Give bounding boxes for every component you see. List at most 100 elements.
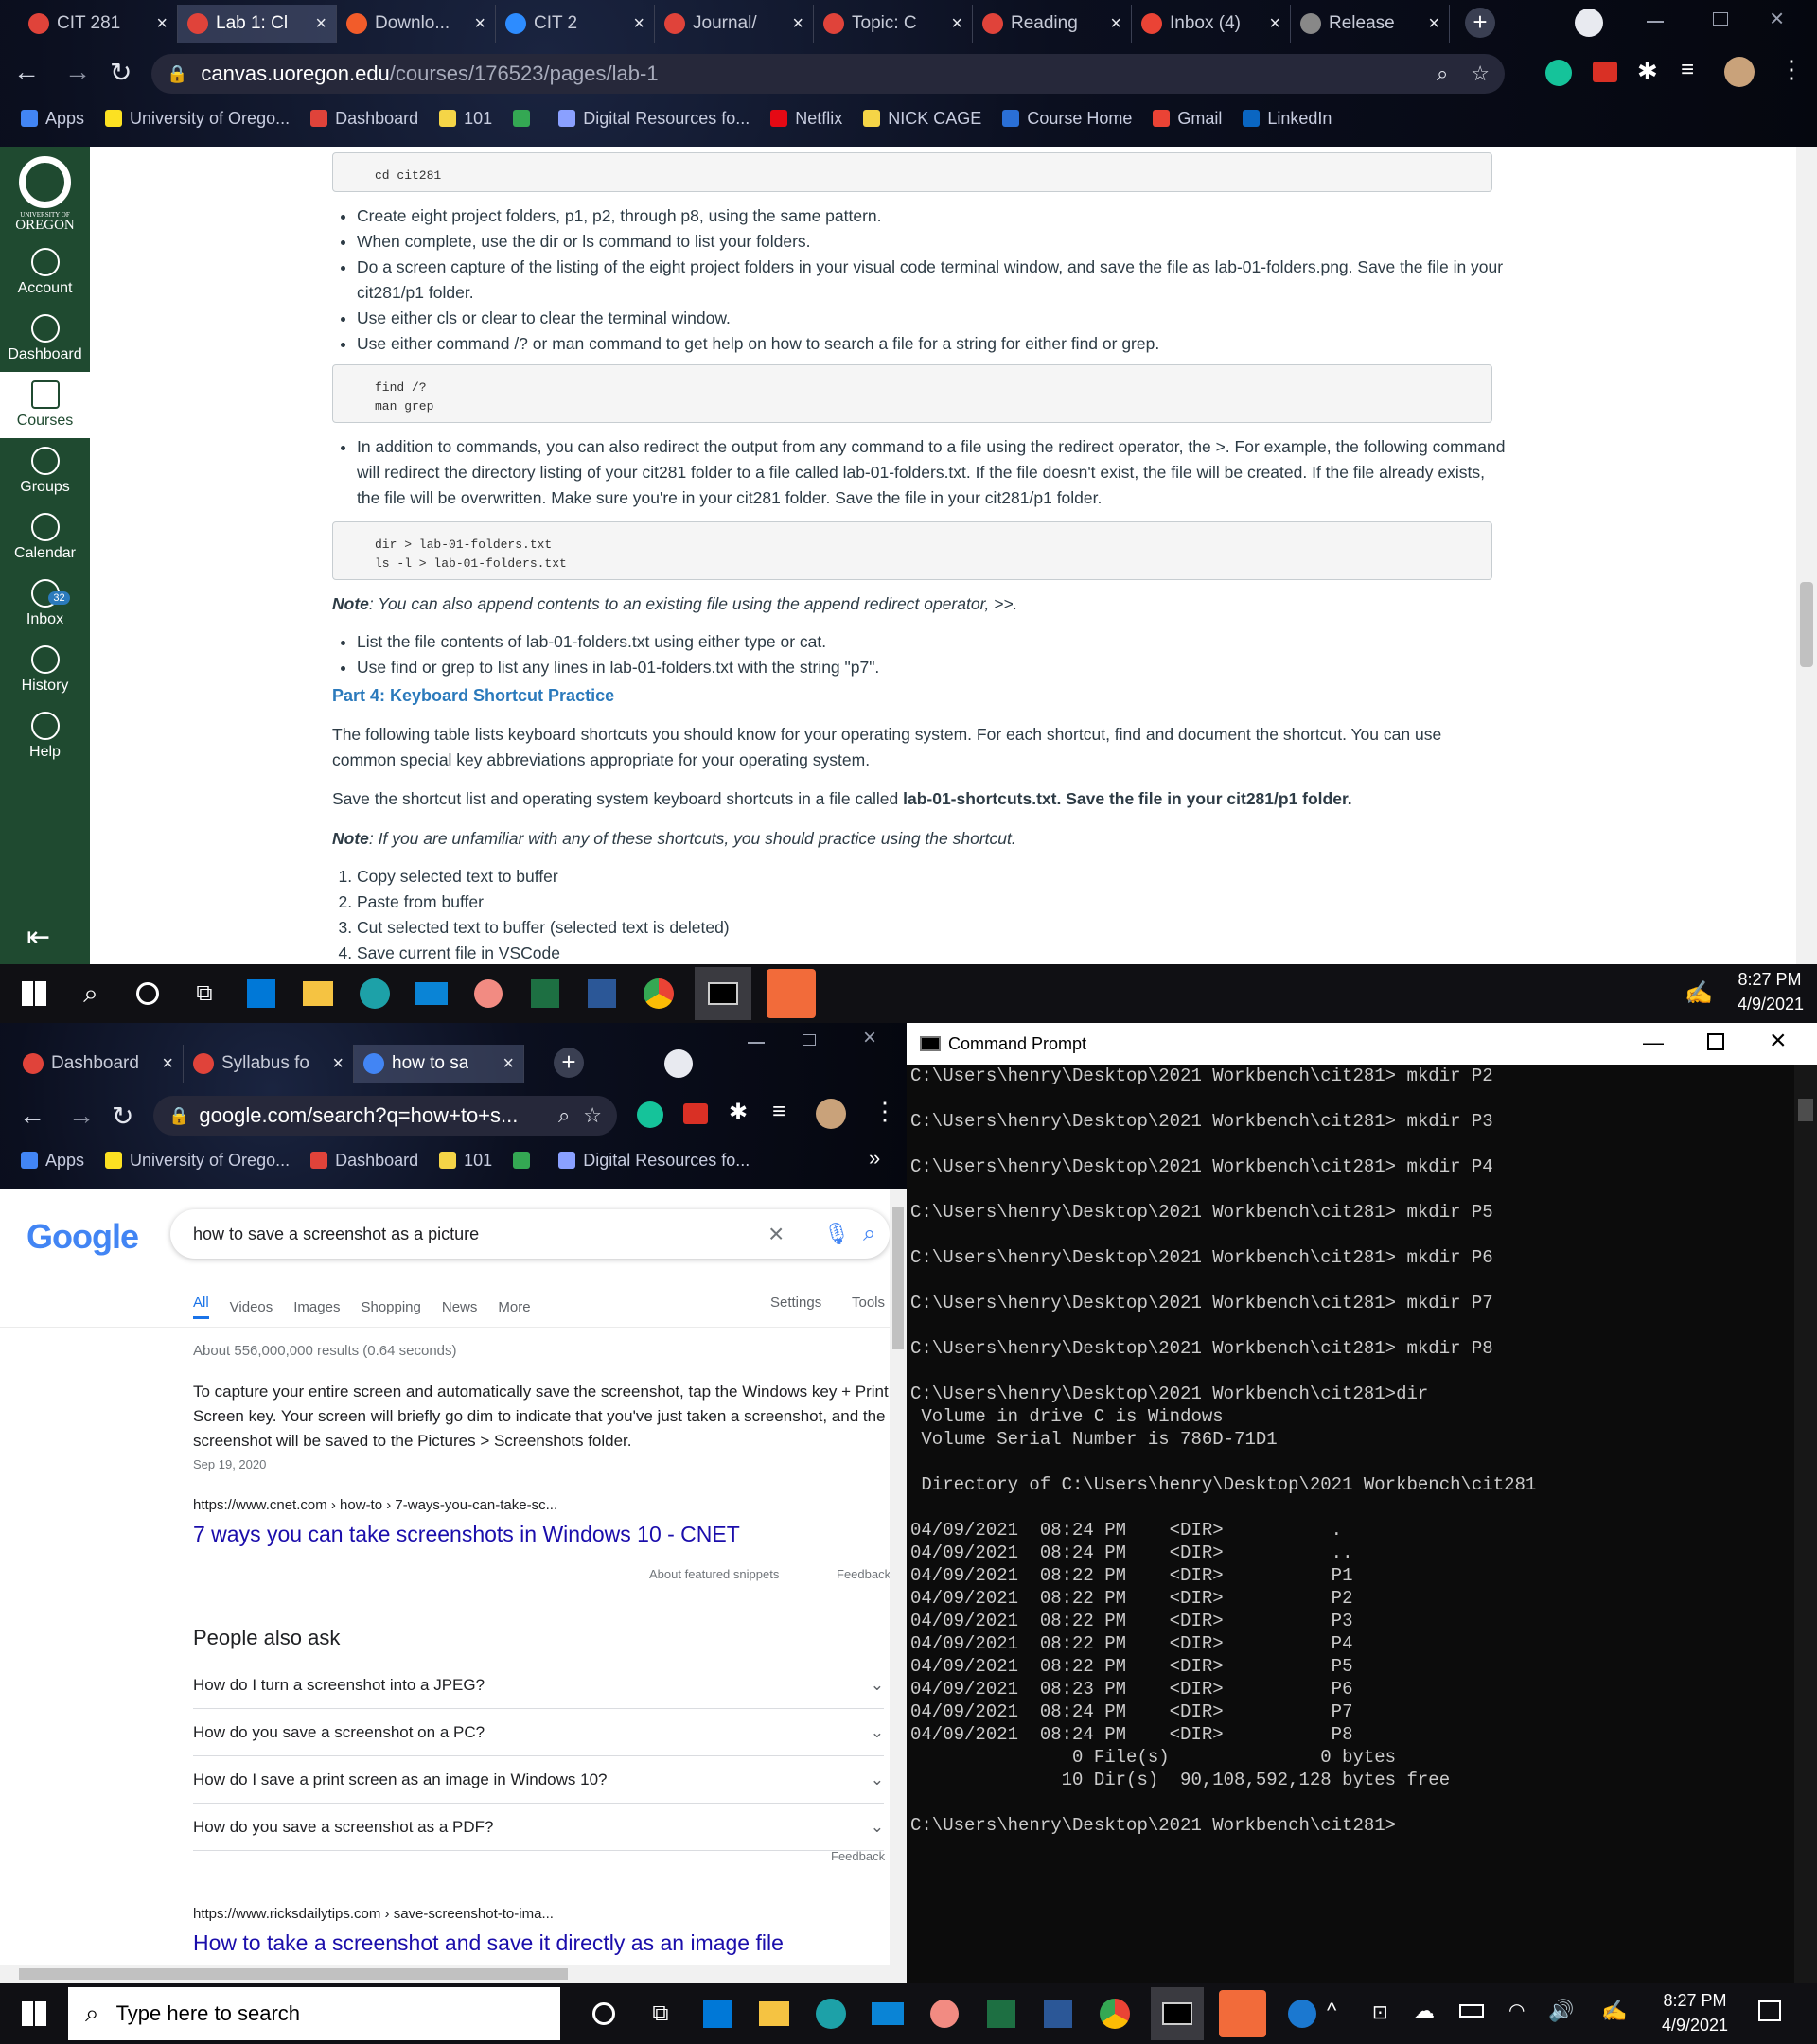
browser-tab[interactable]: Release ×	[1291, 5, 1450, 43]
notifications-icon[interactable]	[1758, 2000, 1781, 2021]
windows-start-icon[interactable]	[13, 973, 55, 1014]
mail-icon[interactable]	[411, 973, 452, 1014]
taskbar-search-placeholder[interactable]: Type here to search	[116, 2001, 300, 2026]
profile-avatar[interactable]	[816, 1099, 846, 1129]
paint-icon[interactable]	[924, 1993, 965, 2035]
uo-logo[interactable]	[19, 156, 71, 208]
address-bar[interactable]: 🔒 canvas.uoregon.edu /courses/176523/pag…	[151, 54, 1505, 94]
clock-date[interactable]: 4/9/2021	[1652, 2016, 1738, 2035]
tab-close-icon[interactable]: ×	[633, 13, 644, 35]
bookmark-item[interactable]: LinkedIn	[1243, 109, 1332, 129]
google-tab-videos[interactable]: Videos	[230, 1299, 273, 1315]
google-settings[interactable]: Settings	[770, 1295, 821, 1311]
tab-close-icon[interactable]: ×	[792, 13, 803, 35]
brave-like-icon[interactable]	[1219, 1990, 1266, 2037]
collapse-nav-icon[interactable]: ⇤	[26, 921, 50, 954]
forward-icon[interactable]: →	[68, 1101, 95, 1131]
close-window-icon[interactable]: ×	[1770, 4, 1784, 33]
tab-close-icon[interactable]: ×	[474, 13, 485, 35]
google-hscroll-thumb[interactable]	[19, 1968, 568, 1980]
tray-chevron-icon[interactable]: ^	[1327, 1999, 1336, 2023]
task-view-icon[interactable]: ⧉	[640, 1993, 681, 2035]
page-scrollbar-thumb[interactable]	[1800, 582, 1813, 667]
windows-start-icon[interactable]	[13, 1993, 55, 2035]
tab-search-icon[interactable]	[664, 1049, 693, 1078]
store-icon[interactable]	[240, 973, 282, 1014]
zoom-icon[interactable]: ⌕	[1437, 62, 1448, 86]
reload-icon[interactable]: ↻	[110, 57, 132, 88]
file-explorer-icon[interactable]	[297, 973, 339, 1014]
cortana-icon[interactable]	[583, 1993, 625, 2035]
word-icon[interactable]	[581, 973, 623, 1014]
search-query[interactable]: how to save a screenshot as a picture	[193, 1225, 479, 1244]
nav-item-calendar[interactable]: Calendar	[0, 504, 90, 571]
edge-icon[interactable]	[810, 1993, 852, 2035]
clear-search-icon[interactable]: ×	[768, 1219, 784, 1249]
extension-badge-icon[interactable]	[1593, 62, 1617, 82]
tray-device-icon[interactable]: ⊡	[1372, 2000, 1388, 2024]
tab-close-icon[interactable]: ×	[332, 1053, 344, 1075]
edge-icon[interactable]	[354, 973, 396, 1014]
result2-url[interactable]: https://www.ricksdailytips.com › save-sc…	[193, 1906, 554, 1922]
browser-tab[interactable]: CIT 2 ×	[496, 5, 655, 43]
page-scrollbar-track[interactable]	[1796, 147, 1817, 964]
store-icon[interactable]	[697, 1993, 738, 2035]
bookmark-item[interactable]: University of Orego...	[105, 1151, 290, 1171]
minimize-icon[interactable]	[748, 1042, 765, 1044]
volume-icon[interactable]: 🔊	[1548, 1999, 1574, 2023]
tab-close-icon[interactable]: ×	[951, 13, 962, 35]
restore-icon[interactable]	[1713, 12, 1728, 26]
battery-icon[interactable]	[1459, 2004, 1484, 2018]
browser-tab[interactable]: CIT 281 ×	[19, 5, 178, 43]
browser-tab[interactable]: Syllabus fo ×	[184, 1045, 354, 1083]
result1-url[interactable]: https://www.cnet.com › how-to › 7-ways-y…	[193, 1497, 557, 1513]
clock-time[interactable]: 8:27 PM	[1652, 1991, 1738, 2011]
pen-icon[interactable]: ✍	[1685, 979, 1713, 1007]
bookmark-item[interactable]: Netflix	[770, 109, 842, 129]
new-tab-button[interactable]: +	[554, 1048, 584, 1078]
file-explorer-icon[interactable]	[753, 1993, 795, 2035]
bookmark-item[interactable]: University of Orego...	[105, 109, 290, 129]
google-logo[interactable]: Google	[26, 1217, 139, 1257]
google-tab-shopping[interactable]: Shopping	[361, 1299, 420, 1315]
nav-item-help[interactable]: Help	[0, 703, 90, 769]
paa-question[interactable]: How do I turn a screenshot into a JPEG? ⌄	[193, 1662, 884, 1709]
close-window-icon[interactable]: ×	[863, 1025, 876, 1051]
excel-icon[interactable]	[980, 1993, 1022, 2035]
bookmark-star-icon[interactable]: ☆	[583, 1103, 602, 1128]
search-submit-icon[interactable]: ⌕	[863, 1221, 875, 1247]
nav-item-dashboard[interactable]: Dashboard	[0, 306, 90, 372]
bookmark-item[interactable]	[513, 1152, 538, 1169]
media-icon[interactable]: ≡	[1681, 57, 1694, 83]
tab-close-icon[interactable]: ×	[315, 13, 326, 35]
google-tab-images[interactable]: Images	[293, 1299, 340, 1315]
extension-badge-icon[interactable]	[683, 1103, 708, 1124]
task-view-icon[interactable]: ⧉	[184, 973, 225, 1014]
bookmark-star-icon[interactable]: ☆	[1471, 62, 1490, 86]
media-icon[interactable]: ≡	[772, 1099, 785, 1125]
bookmark-item[interactable]: Digital Resources fo...	[558, 1151, 750, 1171]
bookmark-item[interactable]: Course Home	[1002, 109, 1132, 129]
paa-question[interactable]: How do I save a print screen as an image…	[193, 1756, 884, 1804]
paa-question[interactable]: How do you save a screenshot on a PC? ⌄	[193, 1709, 884, 1756]
browser-tab[interactable]: Reading ×	[973, 5, 1132, 43]
word-icon[interactable]	[1037, 1993, 1079, 2035]
help-icon[interactable]	[1281, 1993, 1323, 2035]
search-box[interactable]: how to save a screenshot as a picture × …	[170, 1209, 890, 1259]
result1-title[interactable]: 7 ways you can take screenshots in Windo…	[193, 1522, 740, 1547]
tab-close-icon[interactable]: ×	[1110, 13, 1121, 35]
cmd-scrollbar-thumb[interactable]	[1798, 1099, 1813, 1121]
bookmark-item[interactable]: NICK CAGE	[863, 109, 981, 129]
bookmark-item[interactable]: Gmail	[1153, 109, 1222, 129]
google-tab-more[interactable]: More	[498, 1299, 530, 1315]
browser-tab[interactable]: Downlo... ×	[337, 5, 496, 43]
menu-kebab-icon[interactable]: ⋮	[1779, 55, 1804, 84]
nav-item-inbox[interactable]: 32 Inbox	[0, 571, 90, 637]
nav-item-account[interactable]: Account	[0, 239, 90, 306]
paint-icon[interactable]	[467, 973, 509, 1014]
bookmark-item[interactable]: Dashboard	[310, 109, 418, 129]
cortana-icon[interactable]	[127, 973, 168, 1014]
google-scrollbar-thumb[interactable]	[892, 1207, 904, 1349]
zoom-icon[interactable]: ⌕	[558, 1103, 570, 1128]
pen-icon[interactable]: ✍	[1601, 1999, 1627, 2023]
